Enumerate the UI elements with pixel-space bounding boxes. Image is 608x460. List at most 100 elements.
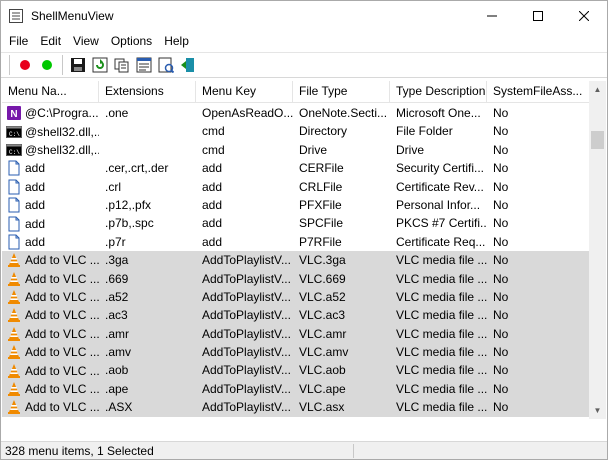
refresh-button[interactable]: [89, 54, 111, 76]
app-window: ShellMenuView File Edit View Options Hel…: [0, 0, 608, 460]
cell-system-file-assoc: No: [493, 400, 509, 415]
menu-options[interactable]: Options: [105, 31, 158, 51]
cell-menu-name: Add to VLC ...: [2, 398, 99, 416]
table-row[interactable]: add .cer,.crt,.der add CERFile Security Cert…: [2, 159, 590, 177]
vlc-icon: [6, 363, 22, 379]
cell-type-description: VLC media file ...: [396, 253, 487, 268]
cell-extensions: .669: [105, 271, 129, 286]
menu-view[interactable]: View: [67, 31, 105, 51]
menu-file-label: File: [9, 34, 29, 48]
cell-file-type: PFXFile: [299, 197, 342, 212]
column-header-file-type[interactable]: File Type: [293, 81, 390, 103]
cell-system-file-assoc: No: [493, 271, 509, 286]
table-row[interactable]: Add to VLC ... .ac3 AddToPlaylistV... VLC.a…: [2, 306, 590, 325]
cell-menu-name: add: [2, 214, 99, 232]
table-row[interactable]: C:\ @shell32.dll,... cmd Directory File Fold…: [2, 122, 590, 140]
cell-file-type: VLC.ac3: [299, 308, 346, 323]
scrollbar-thumb[interactable]: [591, 131, 604, 149]
disable-button[interactable]: [14, 54, 36, 76]
vertical-scrollbar[interactable]: ▲ ▼: [589, 81, 606, 419]
table-row[interactable]: add .p12,.pfx add PFXFile Personal Infor... N…: [2, 196, 590, 214]
cell-text: @C:\Progra...: [25, 106, 99, 121]
properties-button[interactable]: [133, 54, 155, 76]
toolbar-separator: [62, 55, 63, 75]
cell-file-type: VLC.669: [299, 271, 346, 286]
cell-system-file-assoc: No: [493, 253, 509, 268]
cell-text: add: [25, 161, 46, 176]
cell-file-type: VLC.amr: [299, 326, 347, 341]
table-row[interactable]: C:\ @shell32.dll,... cmd Drive Drive No: [2, 141, 590, 159]
column-header-menu-name[interactable]: Menu Na...: [2, 81, 99, 103]
cell-menu-name: Add to VLC ...: [2, 288, 99, 306]
table-row[interactable]: Add to VLC ... .ASX AddToPlaylistV... VLC.a…: [2, 398, 590, 417]
cell-extensions: .aob: [105, 363, 129, 378]
cell-menu-key: AddToPlaylistV...: [202, 308, 291, 323]
html-report-button[interactable]: [155, 54, 177, 76]
cell-menu-key: AddToPlaylistV...: [202, 363, 291, 378]
column-header-extensions[interactable]: Extensions: [99, 81, 196, 103]
maximize-button[interactable]: [515, 1, 561, 31]
menu-edit[interactable]: Edit: [34, 31, 67, 51]
cell-system-file-assoc: No: [493, 142, 509, 157]
cell-file-type: P7RFile: [299, 234, 342, 249]
cell-system-file-assoc: No: [493, 161, 509, 176]
table-row[interactable]: add .p7r add P7RFile Certificate Req... No: [2, 233, 590, 251]
cell-type-description: Personal Infor...: [396, 197, 481, 212]
title-bar[interactable]: ShellMenuView: [1, 1, 607, 31]
enable-button[interactable]: [36, 54, 58, 76]
table-row[interactable]: Add to VLC ... .669 AddToPlaylistV... VLC.6…: [2, 269, 590, 288]
save-button[interactable]: [67, 54, 89, 76]
copy-icon: [114, 58, 129, 73]
cell-menu-key: add: [202, 197, 223, 212]
svg-text:C:\: C:\: [9, 149, 20, 156]
column-header-type-description[interactable]: Type Description: [390, 81, 487, 103]
vlc-icon: [6, 252, 22, 268]
cell-extensions: .amr: [105, 326, 129, 341]
cell-file-type: Drive: [299, 142, 328, 157]
menu-file[interactable]: File: [3, 31, 34, 51]
cell-type-description: Microsoft One...: [396, 106, 481, 120]
cell-menu-key: AddToPlaylistV...: [202, 381, 291, 396]
table-row[interactable]: Add to VLC ... .amv AddToPlaylistV... VLC.a…: [2, 343, 590, 362]
scroll-up-icon[interactable]: ▲: [589, 81, 606, 98]
cell-menu-name: C:\ @shell32.dll,...: [2, 122, 99, 140]
menu-items-list[interactable]: Menu Na... Extensions Menu Key File Type…: [2, 81, 607, 419]
column-header-system-file-assoc[interactable]: SystemFileAss...: [487, 81, 590, 103]
cell-text: add: [25, 179, 46, 194]
html-report-icon: [158, 57, 174, 73]
table-row[interactable]: add .crl add CRLFile Certificate Rev... No: [2, 178, 590, 196]
cell-extensions: .a52: [105, 289, 129, 304]
menu-help[interactable]: Help: [158, 31, 195, 51]
cell-system-file-assoc: No: [493, 308, 509, 323]
cell-type-description: Security Certifi...: [396, 161, 485, 176]
column-header-menu-key[interactable]: Menu Key: [196, 81, 293, 103]
table-row[interactable]: Add to VLC ... .a52 AddToPlaylistV... VLC.a…: [2, 287, 590, 307]
close-button[interactable]: [561, 1, 607, 31]
cell-text: Add to VLC ...: [25, 290, 99, 305]
cell-type-description: Drive: [396, 142, 425, 157]
table-row[interactable]: Add to VLC ... .aob AddToPlaylistV... VLC.a…: [2, 361, 590, 380]
table-row[interactable]: add .p7b,.spc add SPCFile PKCS #7 Certifi...…: [2, 214, 590, 232]
minimize-button[interactable]: [469, 1, 515, 31]
table-row[interactable]: Add to VLC ... .amr AddToPlaylistV... VLC.a…: [2, 324, 590, 344]
exit-button[interactable]: [177, 54, 199, 76]
cell-menu-name: Add to VLC ...: [2, 380, 99, 398]
table-row[interactable]: Add to VLC ... .3ga AddToPlaylistV... VLC.3…: [2, 251, 590, 270]
cell-extensions: [99, 141, 196, 159]
table-row[interactable]: Add to VLC ... .ape AddToPlaylistV... VLC.a…: [2, 379, 590, 399]
file-icon: [6, 197, 22, 213]
scroll-down-icon[interactable]: ▼: [589, 402, 606, 419]
cell-text: Add to VLC ...: [25, 253, 99, 268]
table-row[interactable]: N @C:\Progra... .one OpenAsReadO... OneNote.…: [2, 104, 590, 122]
copy-button[interactable]: [111, 54, 133, 76]
vlc-icon: [6, 326, 22, 342]
svg-text:N: N: [10, 109, 17, 120]
file-icon: [6, 234, 22, 250]
cell-menu-name: add: [2, 159, 99, 177]
cell-menu-name: N @C:\Progra...: [2, 104, 99, 122]
cell-text: Add to VLC ...: [25, 326, 99, 341]
file-icon: [6, 216, 22, 232]
cell-menu-key: AddToPlaylistV...: [202, 271, 291, 286]
cell-menu-name: Add to VLC ...: [2, 325, 99, 343]
cell-system-file-assoc: No: [493, 363, 509, 378]
